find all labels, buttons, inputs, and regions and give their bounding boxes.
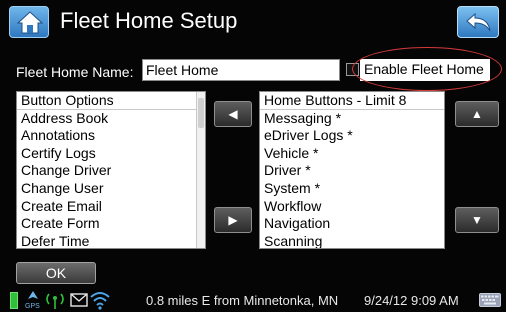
page-title: Fleet Home Setup — [60, 8, 238, 33]
list-item[interactable]: Create Form — [17, 215, 205, 233]
list-item[interactable]: Defer Time — [17, 233, 205, 248]
button-options-scrollbar[interactable] — [196, 92, 205, 248]
mail-icon — [70, 293, 88, 307]
home-buttons-header: Home Buttons - Limit 8 — [260, 92, 444, 110]
cellular-antenna-icon — [46, 293, 64, 309]
button-options-header: Button Options — [17, 92, 205, 110]
ok-button[interactable]: OK — [16, 262, 96, 284]
list-item[interactable]: System * — [260, 180, 444, 198]
scrollbar-thumb[interactable] — [198, 98, 204, 128]
list-item[interactable]: Change Driver — [17, 162, 205, 180]
list-item[interactable]: Vehicle * — [260, 145, 444, 163]
list-item[interactable]: Certify Logs — [17, 145, 205, 163]
battery-icon — [10, 292, 18, 309]
svg-text:GPS: GPS — [25, 303, 40, 310]
home-buttons-list[interactable]: Home Buttons - Limit 8 Messaging * eDriv… — [259, 91, 445, 249]
list-item[interactable]: Annotations — [17, 127, 205, 145]
datetime-text: 9/24/12 9:09 AM — [364, 293, 459, 308]
home-icon — [16, 11, 44, 34]
fleet-home-name-label: Fleet Home Name: — [16, 64, 134, 80]
home-button[interactable] — [9, 6, 49, 38]
move-up-button[interactable]: ▲ — [455, 101, 499, 127]
back-button[interactable] — [457, 6, 499, 38]
gps-icon: GPS — [25, 291, 40, 310]
remove-from-home-button[interactable]: ◀ — [214, 101, 252, 127]
list-item[interactable]: Driver * — [260, 162, 444, 180]
back-arrow-icon — [466, 12, 491, 32]
list-item[interactable]: Address Book — [17, 110, 205, 128]
list-item[interactable]: Scanning — [260, 233, 444, 248]
highlight-annotation-ring — [352, 47, 502, 91]
status-bar: GPS 0.8 miles E from Minnetonka, MN 9/24… — [0, 288, 506, 312]
list-item[interactable]: Workflow — [260, 198, 444, 216]
list-item[interactable]: Create Email — [17, 198, 205, 216]
list-item[interactable]: Messaging * — [260, 110, 444, 128]
move-down-button[interactable]: ▼ — [455, 207, 499, 233]
location-text: 0.8 miles E from Minnetonka, MN — [146, 293, 339, 308]
wifi-icon — [90, 292, 110, 310]
keyboard-icon[interactable] — [479, 293, 501, 307]
add-to-home-button[interactable]: ▶ — [214, 207, 252, 233]
list-item[interactable]: Change User — [17, 180, 205, 198]
list-item[interactable]: Navigation — [260, 215, 444, 233]
fleet-home-name-input[interactable] — [142, 59, 340, 81]
list-item[interactable]: eDriver Logs * — [260, 127, 444, 145]
button-options-list[interactable]: Button Options Address Book Annotations … — [16, 91, 206, 249]
